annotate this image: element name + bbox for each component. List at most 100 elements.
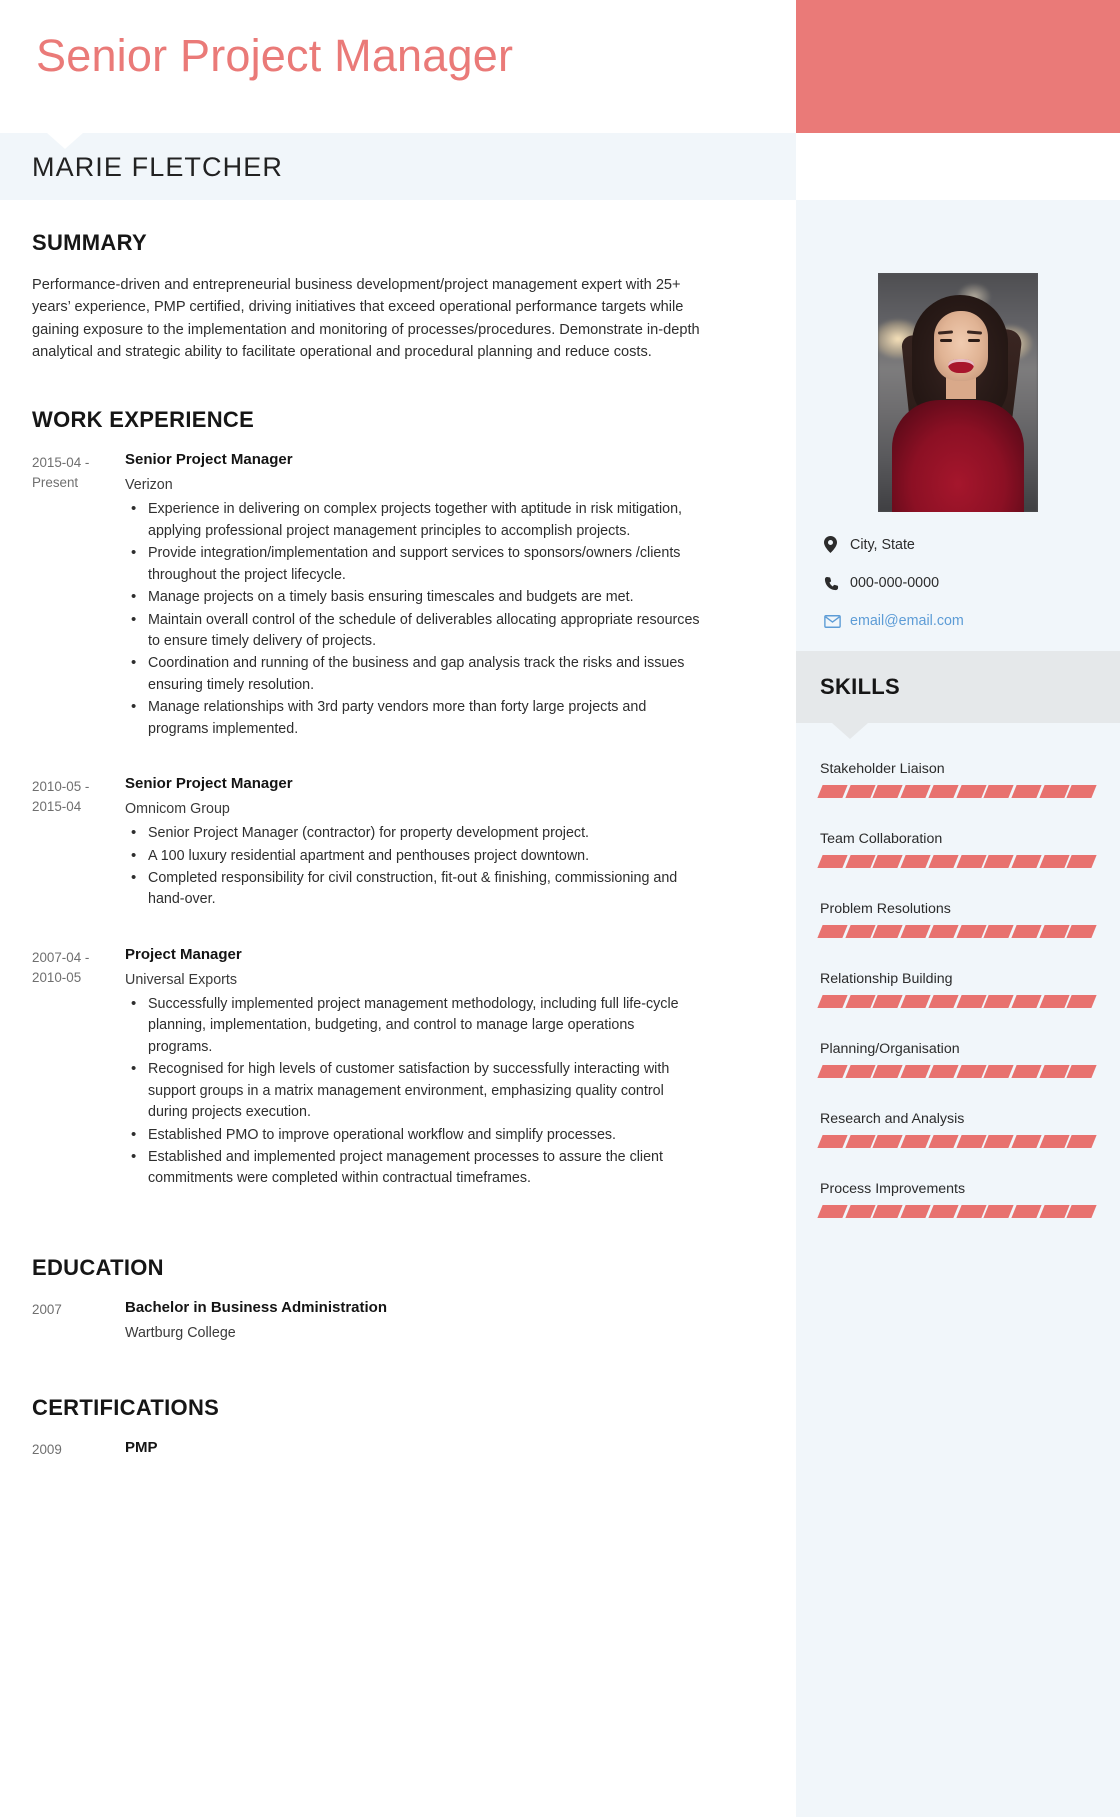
- contact-row: 000-000-0000: [824, 575, 1100, 591]
- work-entry-dates: 2010-05 -2015-04: [32, 779, 90, 815]
- location-pin-icon: [824, 536, 850, 553]
- work-experience-entry: 2010-05 -2015-04 Senior Project Manager Om…: [32, 775, 700, 912]
- name-band: MARIE FLETCHER: [0, 133, 796, 200]
- contact-value: City, State: [850, 536, 915, 553]
- skill-name: Stakeholder Liaison: [820, 761, 945, 777]
- skill-bar-segment: [1066, 1065, 1097, 1078]
- skill-bar-segment: [900, 1135, 931, 1148]
- skill-bar-segment: [1038, 925, 1069, 938]
- summary-text: Performance-driven and entrepreneurial b…: [32, 277, 700, 360]
- skill-bar: [817, 995, 1097, 1008]
- skills-band-notch: [832, 723, 868, 739]
- skill-item: Relationship Building: [817, 971, 1097, 1008]
- skill-name: Problem Resolutions: [820, 901, 951, 917]
- skill-bar-segment: [1038, 855, 1069, 868]
- summary-heading: SUMMARY: [32, 230, 147, 255]
- work-bullet: Recognised for high levels of customer s…: [125, 1058, 700, 1123]
- phone-icon: [824, 576, 850, 591]
- skill-bar-segment: [845, 995, 876, 1008]
- work-experience-heading: WORK EXPERIENCE: [32, 407, 255, 433]
- skill-bar-segment: [845, 1135, 876, 1148]
- header-band: Senior Project Manager: [0, 0, 1120, 133]
- header-accent-block: [796, 0, 1120, 133]
- skill-bar-segment: [1011, 995, 1042, 1008]
- skill-bar-segment: [1066, 1135, 1097, 1148]
- skill-bar-segment: [1066, 855, 1097, 868]
- certifications-heading: CERTIFICATIONS: [32, 1394, 220, 1420]
- skill-bar-segment: [845, 1065, 876, 1078]
- work-bullet: Senior Project Manager (contractor) for …: [125, 822, 700, 845]
- skill-bar-segment: [817, 995, 848, 1008]
- skill-bar-segment: [1011, 785, 1042, 798]
- skill-bar-segment: [955, 785, 986, 798]
- skill-bar-segment: [1038, 995, 1069, 1008]
- skill-bar-segment: [1011, 855, 1042, 868]
- avatar-eye-right: [968, 339, 980, 342]
- certification-dates: 2009: [32, 1441, 62, 1457]
- skill-bar-segment: [1066, 785, 1097, 798]
- skill-bar-segment: [1011, 1065, 1042, 1078]
- page-title: Senior Project Manager: [36, 30, 514, 81]
- skill-bar-segment: [955, 1135, 986, 1148]
- certifications-list: 2009 PMP: [32, 1439, 700, 1465]
- skill-item: Research and Analysis: [817, 1111, 1097, 1148]
- skill-bar-segment: [872, 1065, 903, 1078]
- contact-row: City, State: [824, 536, 1100, 553]
- contact-value: 000-000-0000: [850, 575, 940, 591]
- work-bullet-list: Successfully implemented project managem…: [125, 993, 700, 1190]
- education-entry-dates: 2007: [32, 1301, 62, 1317]
- education-entry: 2007 Bachelor in Business Administration W…: [32, 1299, 700, 1341]
- skill-bar: [817, 1065, 1097, 1078]
- skill-bar-segment: [872, 1135, 903, 1148]
- education-heading: EDUCATION: [32, 1254, 164, 1280]
- skill-item: Process Improvements: [817, 1181, 1097, 1218]
- skill-bar: [817, 855, 1097, 868]
- work-entry-dates: 2007-04 -2010-05: [32, 949, 90, 985]
- skill-bar-segment: [955, 1065, 986, 1078]
- skill-bar-segment: [1038, 785, 1069, 798]
- skill-bar-segment: [955, 995, 986, 1008]
- skill-item: Planning/Organisation: [817, 1041, 1097, 1078]
- skill-bar-segment: [872, 995, 903, 1008]
- skill-bar-segment: [872, 855, 903, 868]
- name-band-notch: [47, 133, 83, 149]
- skill-bar-segment: [900, 1205, 931, 1218]
- resume-page: Senior Project Manager MARIE FLETCHER SU…: [0, 0, 1120, 1817]
- skill-bar-segment: [928, 995, 959, 1008]
- work-bullet-list: Senior Project Manager (contractor) for …: [125, 822, 700, 911]
- contact-list: City, State 000-000-0000 email@email.com: [796, 536, 1120, 629]
- skill-bar-segment: [872, 785, 903, 798]
- skill-bar-segment: [928, 785, 959, 798]
- skill-bar-segment: [928, 855, 959, 868]
- skill-bar-segment: [817, 855, 848, 868]
- resume-body: SUMMARY Performance-driven and entrepren…: [0, 200, 1120, 1817]
- skill-bar-segment: [1011, 1135, 1042, 1148]
- work-entry-role: Project Manager: [125, 945, 242, 963]
- contact-row[interactable]: email@email.com: [824, 613, 1100, 629]
- skill-bar-segment: [928, 1065, 959, 1078]
- skill-bar-segment: [872, 1205, 903, 1218]
- work-bullet: Established and implemented project mana…: [125, 1146, 700, 1190]
- education-list: 2007 Bachelor in Business Administration W…: [32, 1299, 700, 1341]
- skill-bar-segment: [900, 785, 931, 798]
- skill-bar-segment: [900, 925, 931, 938]
- skill-bar-segment: [983, 855, 1014, 868]
- certification-title: PMP: [125, 1438, 158, 1456]
- skill-bar-segment: [1066, 925, 1097, 938]
- work-bullet-list: Experience in delivering on complex proj…: [125, 498, 700, 740]
- avatar-torso: [892, 400, 1024, 512]
- skill-bar-segment: [817, 1205, 848, 1218]
- skill-bar-segment: [928, 925, 959, 938]
- skill-bar-segment: [983, 995, 1014, 1008]
- skill-bar: [817, 925, 1097, 938]
- skill-bar-segment: [955, 855, 986, 868]
- sidebar: City, State 000-000-0000 email@email.com S…: [796, 200, 1120, 1817]
- work-entry-company: Verizon: [125, 477, 173, 494]
- skill-bar-segment: [1066, 995, 1097, 1008]
- skill-bar-segment: [955, 1205, 986, 1218]
- skill-bar-segment: [900, 1065, 931, 1078]
- main-column: SUMMARY Performance-driven and entrepren…: [0, 200, 796, 1817]
- skill-bar: [817, 785, 1097, 798]
- work-entry-dates: 2015-04 - Present: [32, 455, 90, 491]
- skill-bar-segment: [817, 785, 848, 798]
